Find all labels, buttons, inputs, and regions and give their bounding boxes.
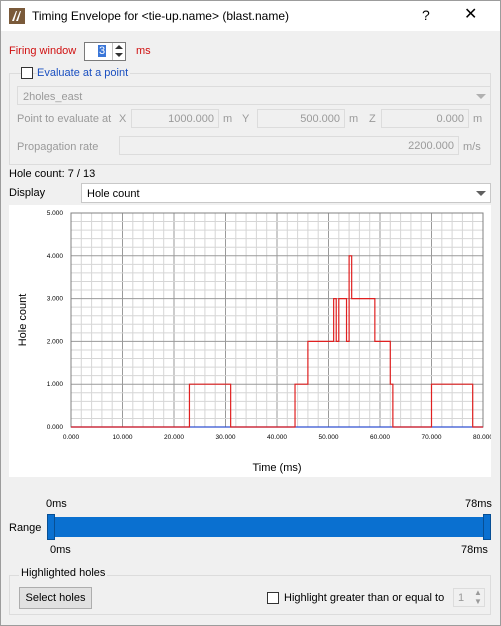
y-tick-label: 1.000 — [47, 381, 64, 388]
y-label: Y — [242, 113, 250, 125]
evaluate-label[interactable]: Evaluate at a point — [37, 67, 131, 79]
propagation-label: Propagation rate — [17, 141, 99, 153]
help-button[interactable]: ? — [422, 7, 430, 23]
x-tick-label: 40.000 — [267, 434, 287, 441]
propagation-value: 2200.000 — [408, 140, 454, 152]
propagation-unit: m/s — [463, 141, 481, 153]
spin-buttons[interactable] — [112, 43, 125, 60]
x-tick-label: 10.000 — [113, 434, 133, 441]
evaluate-checkbox[interactable] — [21, 67, 33, 79]
range-bottom-max: 78ms — [461, 544, 488, 556]
chevron-down-icon — [476, 191, 486, 196]
spin-up-icon[interactable] — [115, 45, 123, 49]
firing-window-spinbox[interactable]: 3 — [84, 42, 126, 61]
display-select-value: Hole count — [87, 188, 140, 200]
firing-window-value[interactable]: 3 — [98, 45, 107, 57]
select-holes-button[interactable]: Select holes — [19, 587, 92, 609]
x-axis-label: Time (ms) — [252, 462, 301, 474]
range-handle-low[interactable] — [47, 514, 55, 540]
y-field[interactable]: 500.000 — [257, 109, 345, 128]
point-select-value: 2holes_east — [23, 91, 83, 103]
range-top-max: 78ms — [465, 498, 492, 510]
z-field[interactable]: 0.000 — [381, 109, 469, 128]
y-tick-label: 5.000 — [47, 210, 64, 217]
y-tick-label: 4.000 — [47, 253, 64, 260]
spin-down-icon: ▼ — [474, 597, 482, 606]
range-handle-high[interactable] — [483, 514, 491, 540]
app-icon — [9, 8, 25, 24]
x-tick-label: 80.000 — [473, 434, 491, 441]
spin-up-icon: ▲ — [474, 588, 482, 597]
highlighted-title: Highlighted holes — [19, 567, 108, 579]
highlight-threshold-spinbox[interactable]: 1 ▲ ▼ — [453, 588, 485, 607]
hole-count-chart: 0.000 10.000 20.000 30.000 40.000 50.000 60.00… — [17, 210, 493, 474]
range-bottom-min: 0ms — [50, 544, 71, 556]
select-holes-label: Select holes — [25, 592, 86, 604]
x-field[interactable]: 1000.000 — [131, 109, 219, 128]
highlight-greater-label[interactable]: Highlight greater than or equal to — [284, 592, 444, 604]
x-tick-label: 20.000 — [164, 434, 184, 441]
z-value: 0.000 — [436, 113, 464, 125]
firing-window-label: Firing window — [9, 45, 77, 57]
y-tick-label: 2.000 — [47, 338, 64, 345]
highlight-greater-checkbox[interactable] — [267, 592, 279, 604]
x-tick-label: 70.000 — [422, 434, 442, 441]
x-label: X — [119, 113, 127, 125]
chart-panel: 0.000 10.000 20.000 30.000 40.000 50.000 60.00… — [9, 205, 493, 477]
range-label: Range — [9, 522, 42, 534]
hole-count-text: Hole count: 7 / 13 — [9, 168, 96, 180]
point-label: Point to evaluate at — [17, 113, 112, 125]
spin-down-icon[interactable] — [115, 53, 123, 57]
range-slider-track[interactable] — [47, 517, 491, 537]
x-tick-label: 50.000 — [319, 434, 339, 441]
y-value: 500.000 — [300, 113, 340, 125]
x-tick-label: 0.000 — [63, 434, 80, 441]
display-select[interactable]: Hole count — [81, 183, 491, 203]
y-axis-label: Hole count — [17, 294, 29, 347]
point-select[interactable]: 2holes_east — [17, 86, 491, 105]
x-tick-label: 30.000 — [216, 434, 236, 441]
timing-envelope-window: Timing Envelope for <tie-up.name> (blast… — [0, 0, 501, 626]
z-unit: m — [473, 113, 483, 125]
y-tick-label: 3.000 — [47, 296, 64, 303]
chevron-down-icon — [476, 94, 486, 99]
x-value: 1000.000 — [168, 113, 214, 125]
firing-window-unit: ms — [136, 45, 151, 57]
x-unit: m — [223, 113, 233, 125]
display-label: Display — [9, 187, 46, 199]
window-title: Timing Envelope for <tie-up.name> (blast… — [32, 9, 290, 23]
close-button[interactable]: ✕ — [464, 4, 477, 24]
z-label: Z — [369, 113, 376, 125]
propagation-field[interactable]: 2200.000 — [119, 136, 459, 155]
highlight-threshold-value: 1 — [458, 592, 465, 604]
x-tick-label: 60.000 — [370, 434, 390, 441]
y-tick-label: 0.000 — [47, 424, 64, 431]
range-top-min: 0ms — [46, 498, 67, 510]
title-bar: Timing Envelope for <tie-up.name> (blast… — [1, 1, 500, 31]
y-unit: m — [349, 113, 359, 125]
